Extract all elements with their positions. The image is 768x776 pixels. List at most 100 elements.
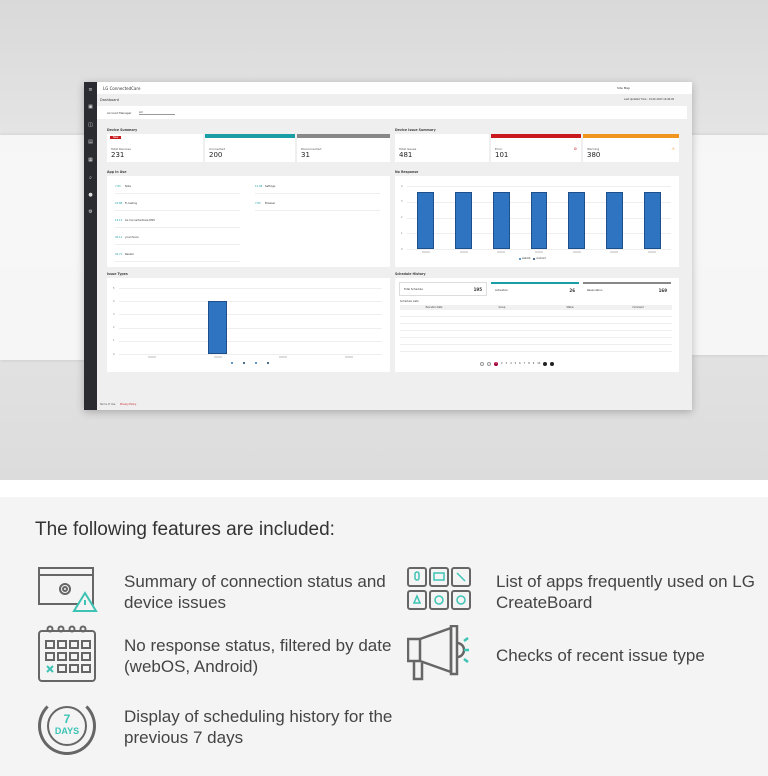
gear-icon[interactable]: ⚙ [87, 209, 94, 215]
card-value: 200 [209, 151, 223, 159]
table-cell [400, 324, 468, 330]
table-row[interactable] [400, 317, 672, 324]
calendar-x-icon [38, 625, 96, 682]
page-button[interactable]: 8 [528, 362, 530, 366]
legend-item[interactable]: webOS [519, 257, 530, 260]
pagination: 1 2 3 4 5 6 7 8 9 10 [480, 362, 555, 366]
page-button[interactable]: 7 [524, 362, 526, 366]
user-icon[interactable]: ● [87, 192, 94, 198]
page-button[interactable]: 2 [501, 362, 503, 366]
error-card[interactable]: Error 101 ⊘ [491, 134, 581, 162]
menu-icon[interactable]: ≡ [87, 87, 94, 93]
pagination-first-button[interactable] [480, 362, 484, 366]
app-list-item[interactable]: 19.13 LG ConnectedCare DMS [115, 218, 240, 228]
app-list-item[interactable]: 32.71 Reader [115, 252, 240, 262]
activation-card[interactable]: Activation 26 [491, 282, 579, 296]
total-issues-card[interactable]: Total Issues 481 [395, 134, 489, 162]
app-usage: 7.83 [255, 202, 261, 205]
app-list-item[interactable]: 7.83 Browser [255, 201, 380, 211]
gridline [119, 327, 382, 329]
table-cell [604, 324, 672, 330]
app-list-item[interactable]: 7.83 Note [115, 184, 240, 194]
table-row[interactable] [400, 324, 672, 331]
grid-icon[interactable]: ▦ [87, 157, 94, 163]
gridline [119, 314, 382, 316]
page-button[interactable]: 10 [537, 362, 540, 366]
device-icon[interactable]: ◫ [87, 122, 94, 128]
app-list-item[interactable]: 12.08 Settings [255, 184, 380, 194]
table-row[interactable] [400, 310, 672, 317]
calendar-icon[interactable]: ▤ [87, 139, 94, 145]
no-response-chart: 0 1 2 3 4 webOS Android [395, 176, 679, 267]
disconnected-card[interactable]: Disconnected 31 [297, 134, 390, 162]
bar[interactable] [455, 192, 473, 249]
x-tick-label [535, 251, 543, 253]
y-tick-label: 3 [113, 312, 115, 316]
table-cell [400, 310, 468, 316]
y-tick-label: 3 [401, 200, 403, 204]
page-button[interactable]: 5 [515, 362, 517, 366]
warning-card[interactable]: Warning 380 ⚠ [583, 134, 679, 162]
page-button[interactable]: 9 [533, 362, 535, 366]
legend-item[interactable]: Android [533, 257, 546, 260]
table-row[interactable] [400, 338, 672, 345]
bar[interactable] [492, 192, 510, 249]
error-icon: ⊘ [573, 146, 577, 151]
last-updated: Last Updated Time : 01.06.2023 16:46:09 [624, 98, 675, 101]
bar[interactable] [643, 192, 661, 249]
y-tick-label: 4 [401, 184, 403, 188]
pagination-prev-button[interactable] [487, 362, 491, 366]
bar[interactable] [417, 192, 435, 249]
account-manager-select[interactable]: All [139, 110, 175, 115]
terms-link[interactable]: Terms of Use [100, 403, 115, 406]
bar[interactable] [207, 301, 228, 354]
table-cell [400, 345, 468, 351]
pagination-last-button[interactable] [550, 362, 555, 366]
page-button[interactable]: 3 [506, 362, 508, 366]
card-label: Reservation [587, 289, 603, 292]
legend-swatch [230, 362, 233, 364]
total-schedule-card[interactable]: Total Schedule 195 [399, 282, 487, 296]
search-icon[interactable]: ⌕ [87, 175, 94, 181]
badge-number: 7 [63, 712, 71, 726]
page-button[interactable]: 1 [494, 362, 498, 366]
bar[interactable] [530, 192, 548, 249]
legend-item[interactable] [242, 362, 252, 364]
app-list-item[interactable]: 22.88 Fi-casting [115, 201, 240, 211]
filter-label: Account Manager [107, 111, 132, 115]
privacy-link[interactable]: Privacy Policy [120, 403, 136, 406]
app-title: LG ConnectedCare [103, 86, 141, 91]
table-cell [400, 331, 468, 337]
table-cell [604, 310, 672, 316]
table-row[interactable] [400, 345, 672, 352]
issue-types-chart: 0 1 2 3 4 5 [107, 278, 390, 372]
legend-item[interactable] [230, 362, 240, 364]
legend-item[interactable] [266, 362, 276, 364]
table-cell [400, 338, 468, 344]
card-value: 481 [399, 151, 413, 159]
page-button[interactable]: 6 [519, 362, 521, 366]
y-tick-label: 1 [113, 339, 115, 343]
apps-panel: 7.83 Note 12.08 Settings 22.88 Fi-casting 7.83… [107, 176, 390, 267]
bar[interactable] [605, 192, 623, 249]
side-panel-left [0, 135, 84, 360]
total-devices-card[interactable]: New Total Devices 231 [107, 134, 203, 162]
table-cell [468, 345, 536, 351]
gridline [119, 288, 382, 289]
legend-item[interactable] [254, 362, 264, 364]
table-row[interactable] [400, 331, 672, 338]
app-usage: 40.11 [115, 236, 123, 239]
app-name: Settings [265, 185, 276, 188]
x-tick-label [345, 356, 354, 358]
page-button[interactable]: 4 [510, 362, 512, 366]
reservation-card[interactable]: Reservation 169 [583, 282, 671, 296]
dashboard-icon[interactable]: ▣ [87, 104, 94, 110]
app-name: yourchoice [125, 236, 139, 239]
bar[interactable] [568, 192, 586, 249]
site-map-link[interactable]: Site Map [617, 86, 630, 90]
pagination-next-button[interactable] [543, 362, 548, 366]
connected-card[interactable]: Connected 200 [205, 134, 295, 162]
feature-text: Display of scheduling history for the pr… [124, 707, 393, 747]
app-list-item[interactable]: 40.11 yourchoice [115, 235, 240, 245]
gridline [407, 249, 671, 250]
